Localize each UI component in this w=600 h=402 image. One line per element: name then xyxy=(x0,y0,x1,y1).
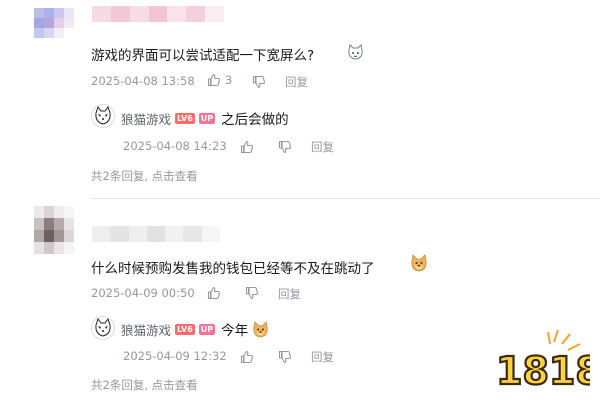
comment-text: 什么时候预购发售我的钱包已经等不及在跳动了 xyxy=(91,261,375,277)
watermark-text: 1818 xyxy=(496,349,590,393)
thumb-up-icon xyxy=(207,286,221,300)
avatar-blurred xyxy=(34,206,74,254)
avatar[interactable] xyxy=(91,316,115,340)
view-replies-link[interactable]: 共2条回复, 点击查看 xyxy=(91,168,198,184)
thumb-up-icon xyxy=(240,350,254,364)
avatar-blurred xyxy=(34,8,74,38)
reply-author[interactable]: 狼猫游戏 xyxy=(121,109,171,128)
comment-time: 2025-04-08 13:58 xyxy=(91,74,195,88)
wolf-cat-avatar-icon xyxy=(95,105,111,125)
reply-dislike-button[interactable] xyxy=(278,139,292,158)
avatar[interactable] xyxy=(91,104,115,128)
thumb-up-icon xyxy=(207,73,221,87)
doge-icon xyxy=(252,320,269,338)
dislike-button[interactable] xyxy=(252,74,266,93)
cat-face-icon xyxy=(347,43,364,61)
reply-like-button[interactable] xyxy=(240,139,254,158)
reply-text: 今年 xyxy=(221,323,249,339)
divider xyxy=(90,198,600,199)
reply-like-button[interactable] xyxy=(240,349,254,368)
thumb-down-icon xyxy=(278,350,292,364)
thumb-down-icon xyxy=(252,75,266,89)
wolf-cat-avatar-icon xyxy=(95,317,111,337)
reply-author[interactable]: 狼猫游戏 xyxy=(121,320,171,339)
reply-reply-button[interactable]: 回复 xyxy=(311,349,334,365)
dislike-button[interactable] xyxy=(245,285,259,304)
reply-button[interactable]: 回复 xyxy=(278,286,301,302)
level-badge: LV6 xyxy=(175,112,195,124)
up-badge: UP xyxy=(198,323,216,335)
like-button[interactable]: 3 xyxy=(207,73,232,87)
username-blurred xyxy=(92,6,224,22)
reply-reply-button[interactable]: 回复 xyxy=(311,139,334,155)
reply-time: 2025-04-08 14:23 xyxy=(123,139,227,153)
reply-button[interactable]: 回复 xyxy=(285,74,308,90)
thumb-down-icon xyxy=(245,286,259,300)
like-button[interactable] xyxy=(207,285,221,304)
doge-icon xyxy=(410,254,428,272)
reply-dislike-button[interactable] xyxy=(278,349,292,368)
level-badge: LV6 xyxy=(175,323,195,335)
comment-text: 游戏的界面可以尝试适配一下宽屏么? xyxy=(91,48,315,64)
thumb-down-icon xyxy=(278,140,292,154)
reply-text: 之后会做的 xyxy=(221,112,289,128)
comment-time: 2025-04-09 00:50 xyxy=(91,286,195,300)
thumb-up-icon xyxy=(240,140,254,154)
up-badge: UP xyxy=(198,112,216,124)
like-count: 3 xyxy=(225,73,233,87)
username-blurred xyxy=(92,226,220,242)
site-watermark-logo: 1818 xyxy=(492,328,600,394)
view-replies-link[interactable]: 共2条回复, 点击查看 xyxy=(91,377,198,393)
reply-time: 2025-04-09 12:32 xyxy=(123,349,227,363)
